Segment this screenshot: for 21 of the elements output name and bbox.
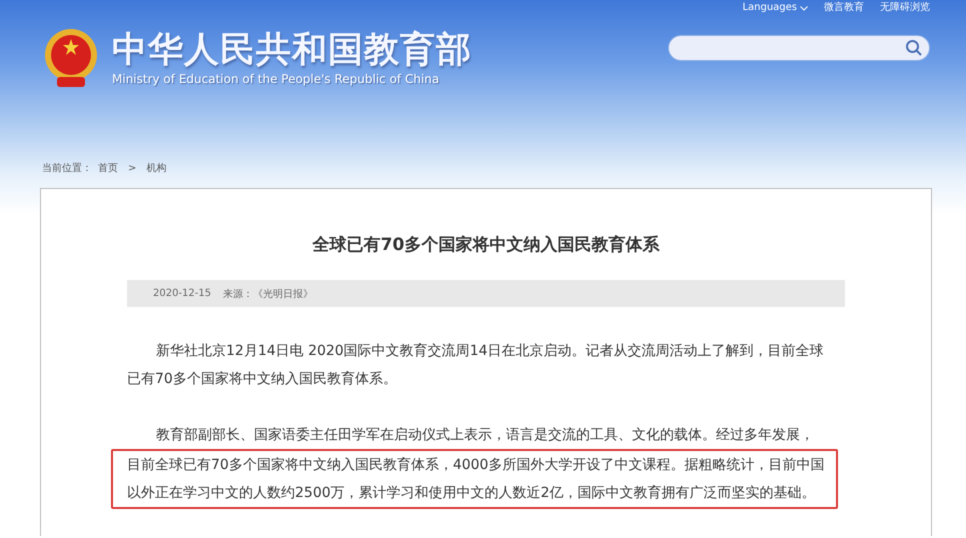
article-source: 来源：《光明日报》 [223, 288, 314, 300]
paragraph-line: 已有70多个国家将中文纳入国民教育体系。 [127, 370, 397, 389]
search-field[interactable] [668, 35, 930, 61]
paragraph-line: 新华社北京12月14日电 2020国际中文教育交流周14日在北京启动。记者从交流周活动上了解到，目前全球 [155, 342, 824, 361]
search-icon[interactable] [905, 39, 923, 57]
paragraph-line: 以外正在学习中文的人数约2500万，累计学习和使用中文的人数近2亿，国际中文教育拥有广泛而坚实的基础。 [127, 484, 816, 503]
caret-icon [800, 6, 808, 10]
top-link[interactable]: 微言教育 [824, 0, 864, 15]
article-title: 全球已有70多个国家将中文纳入国民教育体系 [311, 234, 660, 256]
article-date: 2020-12-15 [153, 288, 212, 299]
breadcrumb-link[interactable]: 首页 [98, 161, 118, 175]
emblem-icon [42, 27, 100, 89]
breadcrumb-separator: > [128, 162, 136, 174]
site-subtitle: Ministry of Education of the People's Republic of China [112, 72, 440, 86]
breadcrumb-link[interactable]: 机构 [146, 161, 166, 175]
breadcrumb-label: 当前位置： [42, 162, 92, 175]
languages-link[interactable]: Languages [742, 0, 808, 15]
paragraph-line: 目前全球已有70多个国家将中文纳入国民教育体系，4000多所国外大学开设了中文课程。据粗略统计，目前中国 [127, 456, 824, 475]
site-title: 中华人民共和国教育部 [112, 30, 472, 70]
paragraph-line: 教育部副部长、国家语委主任田学军在启动仪式上表示，语言是交流的工具、文化的载体。经过多年发展， [155, 426, 814, 445]
top-link[interactable]: 无障碍浏览 [880, 0, 930, 15]
